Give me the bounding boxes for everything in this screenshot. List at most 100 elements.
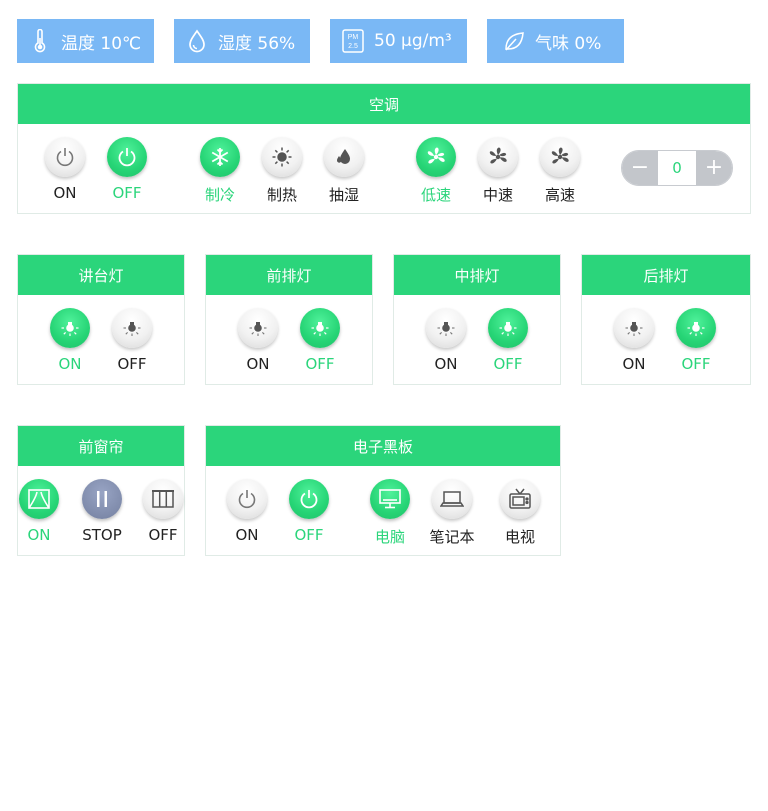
bulb-icon [625,322,643,336]
light-on-button[interactable] [426,308,466,348]
mode-cool-control: 制冷 [190,137,250,205]
aircon-on-button[interactable] [45,137,85,177]
snowflake-icon [211,148,229,166]
bulb-icon [311,322,329,336]
curtain-stop-control: STOP [72,479,132,544]
curtain-stop-button[interactable] [82,479,122,519]
fan-low-label: 低速 [420,186,451,204]
light-off-button[interactable] [676,308,716,348]
pm25-text: 50 μg/m³ [374,31,452,51]
mode-heat-label: 制热 [266,186,297,204]
light-off-label: OFF [681,355,711,373]
board-off-button[interactable] [289,479,329,519]
bulb-icon [61,322,79,336]
mode-heat-button[interactable] [262,137,302,177]
light-panel-title: 后排灯 [582,255,750,295]
pm25-icon: PM 2.5 [342,28,364,54]
source-pc-control: 电脑 [360,479,420,547]
source-pc-button[interactable] [370,479,410,519]
light-panel-title: 讲台灯 [18,255,184,295]
curtain-close-label: OFF [148,526,178,544]
fan-high-control: 高速 [530,137,590,205]
light-panel-title: 前排灯 [206,255,372,295]
aircon-title: 空调 [18,84,750,124]
source-tv-label: 电视 [504,528,535,546]
source-laptop-button[interactable] [432,479,472,519]
odor-text: 气味 0% [535,33,602,54]
light-on-label: ON [622,355,646,373]
thermometer-icon [29,28,51,54]
stepper-minus-button[interactable]: − [622,151,658,185]
mode-dry-button[interactable] [324,137,364,177]
odor-badge: 气味 0% [487,19,624,63]
curtain-close-control: OFF [133,479,193,544]
water-drop-icon [186,28,208,54]
board-on-control: ON [217,479,277,544]
source-pc-label: 电脑 [374,528,405,546]
light-off-label: OFF [493,355,523,373]
fan-low-control: 低速 [406,137,466,205]
stepper-plus-button[interactable]: + [696,151,732,185]
board-off-label: OFF [294,526,324,544]
source-tv-control: 电视 [490,479,550,547]
laptop-icon [440,491,464,507]
board-off-control: OFF [279,479,339,544]
source-laptop-label: 笔记本 [429,528,475,546]
power-icon [118,148,136,167]
pause-icon [97,491,107,507]
temperature-stepper: − 0 + [621,150,733,186]
drops-icon [337,149,350,164]
light-off-label: OFF [117,355,147,373]
light-off-label: OFF [305,355,335,373]
light-on-button[interactable] [238,308,278,348]
bulb-icon [437,322,455,336]
light-off-button[interactable] [488,308,528,348]
aircon-off-control: OFF [97,137,157,202]
curtain-panel: 前窗帘 ON STOP OFF [17,425,185,556]
light-off-control: OFF [290,308,350,373]
light-off-button[interactable] [300,308,340,348]
stepper-value[interactable]: 0 [658,151,696,185]
light-on-control: ON [40,308,100,373]
mode-heat-control: 制热 [252,137,312,205]
sun-icon [272,147,292,167]
curtain-stop-label: STOP [82,526,122,544]
fan-high-button[interactable] [540,137,580,177]
bulb-icon [687,322,705,336]
humidity-text: 湿度 56% [218,33,296,54]
light-off-control: OFF [102,308,162,373]
aircon-on-label: ON [53,184,77,202]
bulb-icon [499,322,517,336]
leaf-icon [503,28,525,54]
light-off-button[interactable] [112,308,152,348]
mode-cool-button[interactable] [200,137,240,177]
light-on-label: ON [58,355,82,373]
source-tv-button[interactable] [500,479,540,519]
light-off-control: OFF [666,308,726,373]
fan-mid-button[interactable] [478,137,518,177]
fan-low-button[interactable] [416,137,456,177]
blackboard-panel: 电子黑板 ON OFF 电脑 笔记本 电视 [205,425,561,556]
curtain-open-button[interactable] [19,479,59,519]
light-on-button[interactable] [50,308,90,348]
light-on-control: ON [228,308,288,373]
light-panel-podium: 讲台灯 ON OFF [17,254,185,385]
tv-icon [509,488,531,509]
pm-value-text: 2.5 [348,43,358,50]
light-panel-middle: 中排灯 ON OFF [393,254,561,385]
curtain-close-button[interactable] [143,479,183,519]
curtain-open-label: ON [27,526,51,544]
light-off-control: OFF [478,308,538,373]
light-on-control: ON [604,308,664,373]
aircon-off-label: OFF [112,184,142,202]
aircon-off-button[interactable] [107,137,147,177]
board-on-button[interactable] [227,479,267,519]
temperature-text: 温度 10℃ [61,33,142,54]
light-on-button[interactable] [614,308,654,348]
light-panel-back: 后排灯 ON OFF [581,254,751,385]
fan-mid-control: 中速 [468,137,528,205]
light-on-label: ON [434,355,458,373]
blackboard-title: 电子黑板 [206,426,560,466]
fan-icon [551,147,569,164]
power-icon [238,490,256,509]
